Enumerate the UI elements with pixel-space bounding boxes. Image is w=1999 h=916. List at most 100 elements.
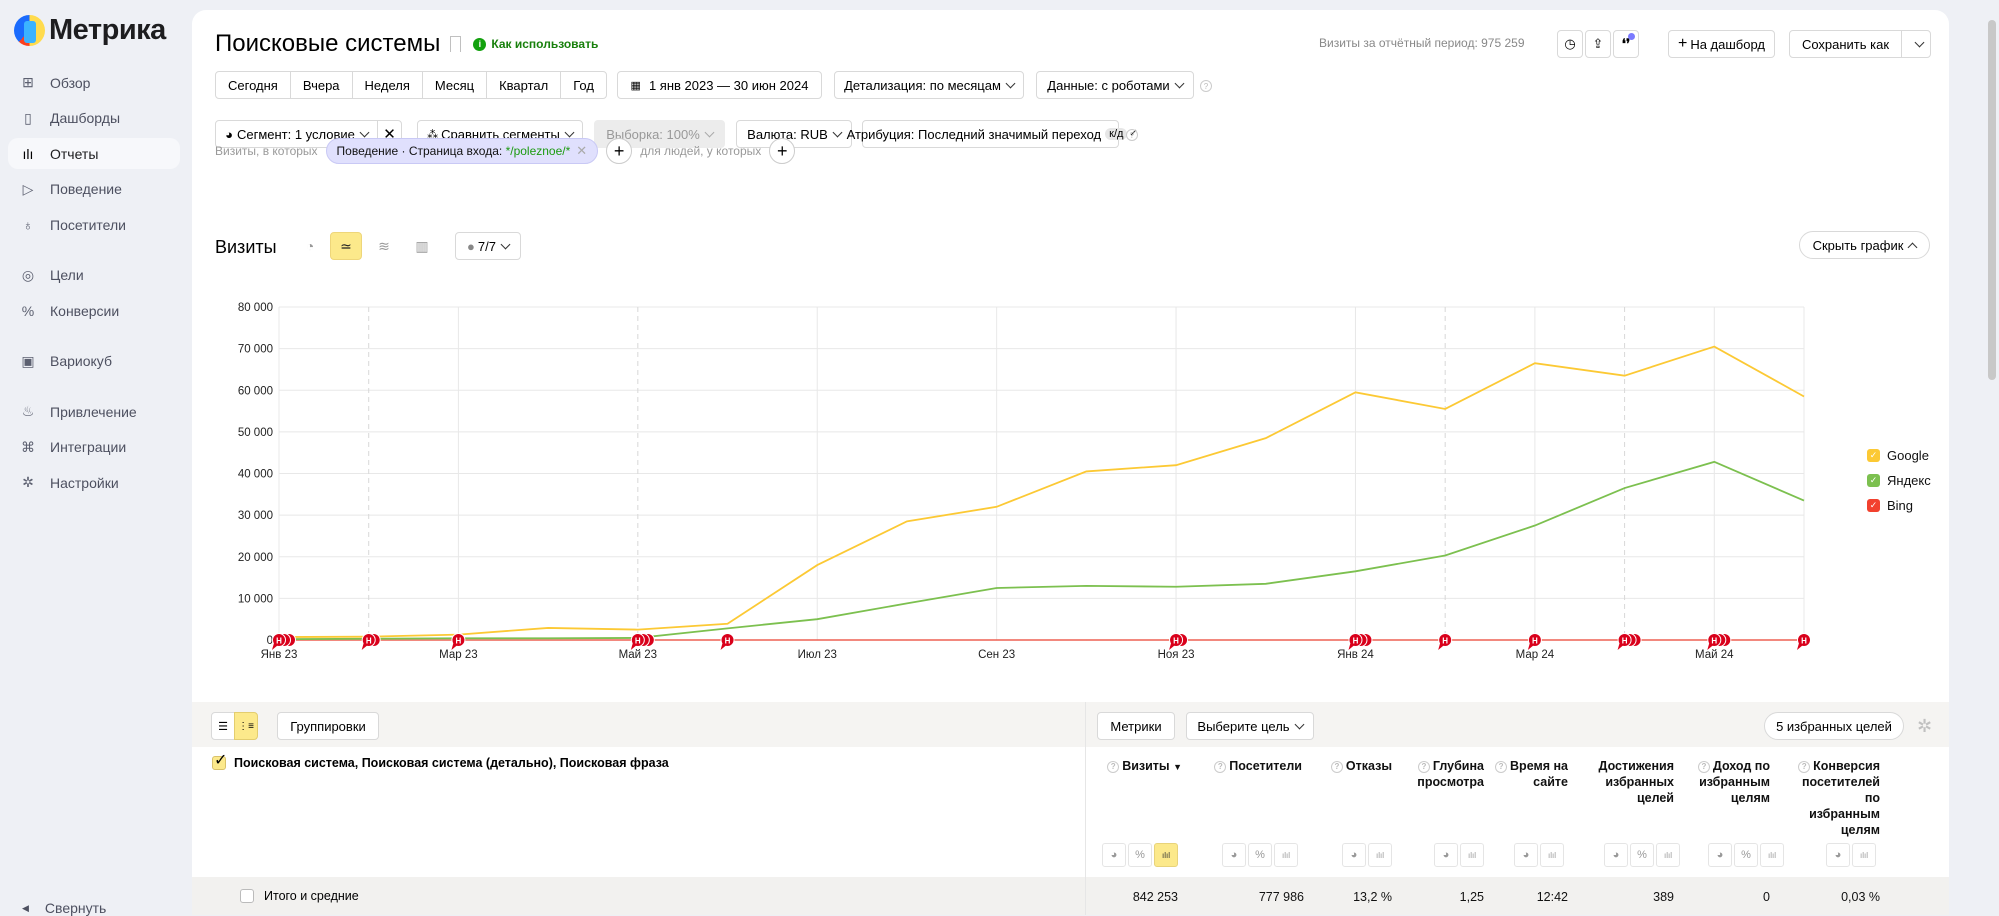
annotation-glyph: Н: [1173, 637, 1179, 646]
filter-chip[interactable]: Поведение · Страница входа: */poleznoe/*…: [326, 138, 599, 164]
groupings-button[interactable]: Группировки: [277, 712, 379, 740]
flat-view-button[interactable]: ☰: [211, 712, 235, 740]
bar-chart-mini-icon[interactable]: ılıl: [1368, 843, 1392, 867]
y-tick-label: 70 000: [238, 344, 273, 356]
date-range-picker[interactable]: ▦1 янв 2023 — 30 июн 2024: [617, 71, 822, 99]
notes-dropdown[interactable]: ●7/7: [455, 232, 521, 260]
help-icon[interactable]: ?: [1495, 761, 1507, 773]
sidebar-item-dashboards[interactable]: ▯Дашборды: [8, 103, 180, 134]
period-presets: Сегодня Вчера Неделя Месяц Квартал Год: [215, 71, 607, 99]
add-visit-condition-button[interactable]: +: [606, 138, 632, 164]
add-to-dashboard-button[interactable]: +На дашборд: [1668, 30, 1775, 58]
percent-mini-icon[interactable]: %: [1248, 843, 1272, 867]
goal-select-dropdown[interactable]: Выберите цель: [1186, 712, 1314, 740]
sidebar-item-goals[interactable]: ◎Цели: [8, 260, 180, 291]
help-icon[interactable]: ?: [1698, 761, 1710, 773]
help-icon[interactable]: ?: [1200, 80, 1212, 92]
chevron-down-icon: [501, 239, 511, 249]
pie-chart-mini-icon[interactable]: ◕: [1514, 843, 1538, 867]
sidebar-item-overview[interactable]: ⊞Обзор: [8, 67, 180, 98]
pie-chart-mini-icon[interactable]: ◕: [1102, 843, 1126, 867]
bookmark-icon[interactable]: [450, 36, 461, 52]
column-header-bounces[interactable]: ?Отказы: [1312, 758, 1392, 774]
period-quarter[interactable]: Квартал: [487, 72, 561, 98]
bar-chart-mini-icon[interactable]: ılıl: [1460, 843, 1484, 867]
chevron-down-icon: [1005, 78, 1015, 88]
pie-chart-mini-icon[interactable]: ◕: [1434, 843, 1458, 867]
attribution-dropdown[interactable]: Атрибуция: Последний значимый переходк/д: [862, 120, 1119, 148]
pie-chart-mini-icon[interactable]: ◕: [1826, 843, 1850, 867]
period-today[interactable]: Сегодня: [216, 72, 291, 98]
checkbox-checked-icon: ✓: [1867, 449, 1880, 462]
period-month[interactable]: Месяц: [423, 72, 487, 98]
logo[interactable]: Метрика: [14, 14, 166, 47]
period-week[interactable]: Неделя: [353, 72, 423, 98]
help-icon[interactable]: ?: [1214, 761, 1226, 773]
line-chart-tool[interactable]: ≃: [330, 232, 362, 260]
period-yesterday[interactable]: Вчера: [291, 72, 353, 98]
column-header-goal-revenue[interactable]: ?Доход по избранным целям: [1692, 758, 1770, 806]
bar-chart-mini-icon[interactable]: ılıl: [1274, 843, 1298, 867]
area-chart-tool[interactable]: ≋: [368, 232, 400, 260]
sidebar-item-reports[interactable]: ılıОтчеты: [8, 138, 180, 169]
bar-chart-mini-icon[interactable]: ılıl: [1656, 843, 1680, 867]
detail-dropdown[interactable]: Детализация: по месяцам: [834, 71, 1024, 99]
y-tick-label: 80 000: [238, 302, 273, 314]
help-icon[interactable]: ?: [1331, 761, 1343, 773]
pie-chart-mini-icon[interactable]: ◕: [1708, 843, 1732, 867]
sidebar-item-variocube[interactable]: ▣Вариокуб: [8, 346, 180, 377]
save-as-button[interactable]: Сохранить как: [1789, 30, 1902, 58]
variocube-icon: ▣: [20, 353, 36, 369]
legend-item-yandex[interactable]: ✓Яндекс: [1867, 468, 1931, 493]
how-to-use-link[interactable]: i Как использовать: [473, 37, 598, 51]
legend-item-bing[interactable]: ✓Bing: [1867, 493, 1931, 518]
column-header-visitors[interactable]: ?Посетители: [1202, 758, 1302, 774]
hide-chart-button[interactable]: Скрыть график: [1799, 231, 1930, 259]
sidebar-item-settings[interactable]: ✲Настройки: [8, 467, 180, 498]
legend-item-google[interactable]: ✓Google: [1867, 443, 1931, 468]
pie-chart-mini-icon[interactable]: ◕: [1604, 843, 1628, 867]
collapse-sidebar-button[interactable]: ◀ Свернуть: [22, 900, 106, 916]
sidebar-item-conversions[interactable]: %Конверсии: [8, 295, 180, 326]
pie-chart-mini-icon[interactable]: ◕: [1342, 843, 1366, 867]
data-dropdown[interactable]: Данные: с роботами: [1036, 71, 1194, 99]
column-header-goal-reaches[interactable]: Достижения избранных целей: [1590, 758, 1674, 806]
pie-chart-mini-icon[interactable]: ◕: [1222, 843, 1246, 867]
dimension-checkbox[interactable]: [212, 756, 226, 770]
save-as-dropdown[interactable]: [1901, 30, 1931, 58]
column-header-depth[interactable]: ?Глубина просмотра: [1404, 758, 1484, 790]
table-settings-gear-icon[interactable]: ✲: [1917, 716, 1932, 737]
help-icon[interactable]: ?: [1107, 761, 1119, 773]
comments-button[interactable]: ❛❜: [1613, 30, 1639, 58]
help-icon[interactable]: ?: [1418, 761, 1430, 773]
metrics-button[interactable]: Метрики: [1097, 712, 1175, 740]
totals-checkbox[interactable]: [240, 889, 254, 903]
percent-mini-icon[interactable]: %: [1128, 843, 1152, 867]
bar-chart-tool[interactable]: ▥: [406, 232, 438, 260]
pie-chart-tool[interactable]: ◔: [294, 232, 326, 260]
bar-chart-mini-icon[interactable]: ılıl: [1852, 843, 1876, 867]
bar-chart-mini-icon[interactable]: ılıl: [1760, 843, 1784, 867]
add-people-condition-button[interactable]: +: [769, 138, 795, 164]
history-button[interactable]: ◷: [1557, 30, 1583, 58]
percent-mini-icon[interactable]: %: [1630, 843, 1654, 867]
column-header-visits[interactable]: ?Визиты ▼: [1102, 758, 1182, 775]
sidebar-item-behavior[interactable]: ▷Поведение: [8, 174, 180, 205]
chip-close-icon[interactable]: ✕: [576, 143, 587, 159]
sidebar-item-acquisition[interactable]: ♨Привлечение: [8, 396, 180, 427]
page-scrollbar[interactable]: [1988, 20, 1996, 380]
percent-mini-icon[interactable]: %: [1734, 843, 1758, 867]
bar-chart-mini-icon[interactable]: ılıl: [1154, 843, 1178, 867]
tree-view-button[interactable]: ⋮≡: [234, 712, 258, 740]
y-tick-label: 20 000: [238, 552, 273, 564]
sidebar-item-visitors[interactable]: ♁Посетители: [8, 209, 180, 240]
column-header-time[interactable]: ?Время на сайте: [1492, 758, 1568, 790]
bar-chart-mini-icon[interactable]: ılıl: [1540, 843, 1564, 867]
help-icon[interactable]: ?: [1126, 129, 1138, 141]
export-button[interactable]: ⇪: [1585, 30, 1611, 58]
favorite-goals-button[interactable]: 5 избранных целей: [1764, 712, 1904, 740]
period-year[interactable]: Год: [561, 72, 606, 98]
help-icon[interactable]: ?: [1798, 761, 1810, 773]
column-header-goal-conversion[interactable]: ?Конверсия посетителей по избранным целя…: [1792, 758, 1880, 838]
sidebar-item-integrations[interactable]: ⌘Интеграции: [8, 432, 180, 463]
